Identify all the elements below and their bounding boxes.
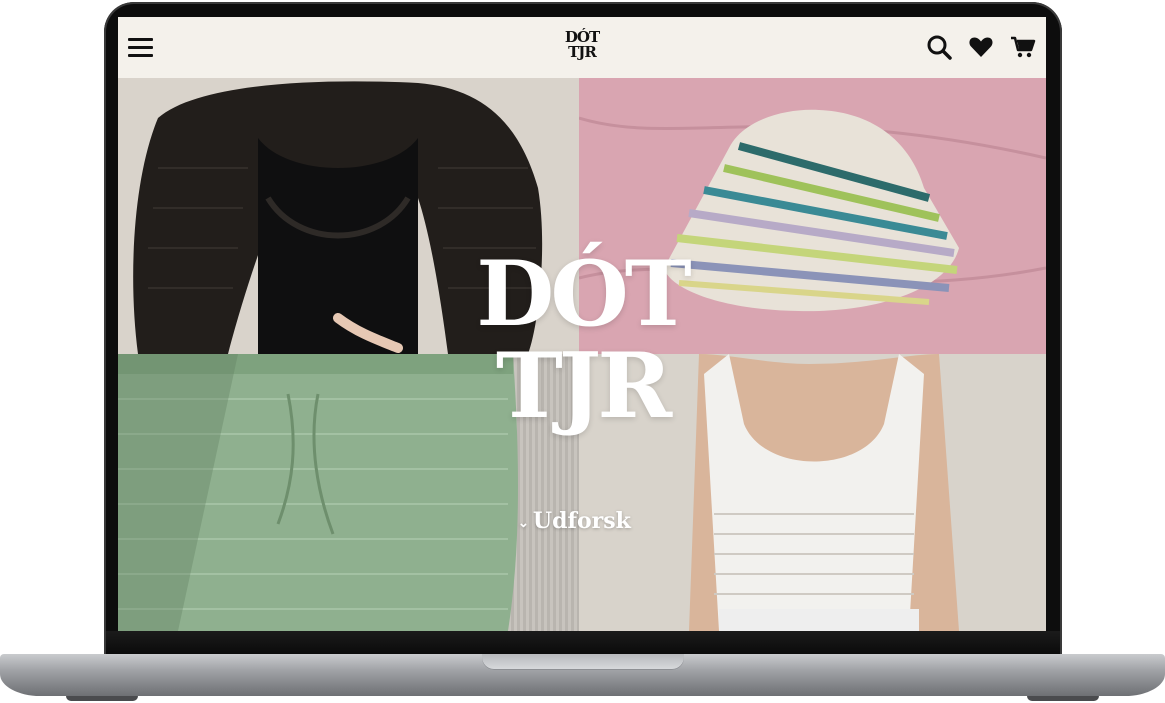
laptop-foot-left: [66, 696, 138, 701]
site-header: DÓT TJR: [118, 17, 1046, 78]
hero-logo-line1: DÓT: [476, 241, 691, 347]
laptop-foot-right: [1027, 696, 1099, 701]
menu-icon[interactable]: [128, 38, 153, 58]
hero-banner: DÓT TJR ⌄ Udforsk: [118, 78, 1046, 631]
heart-icon[interactable]: [968, 34, 994, 60]
browser-viewport: DÓT TJR DÓT TJR ⌄ Udforsk: [118, 17, 1046, 631]
laptop-bezel-bottom: [106, 631, 1060, 655]
laptop-mockup: DÓT TJR DÓT TJR ⌄ Udforsk: [0, 0, 1165, 703]
laptop-trackpad-notch: [482, 654, 684, 670]
hero-logo-line2: TJR: [495, 333, 672, 439]
site-logo-line2: TJR: [568, 43, 597, 61]
hero-logo: DÓT TJR: [468, 248, 696, 432]
site-logo[interactable]: DÓT TJR: [554, 30, 610, 66]
cart-icon[interactable]: [1010, 34, 1036, 60]
chevron-down-icon: ⌄: [518, 515, 529, 531]
search-icon[interactable]: [926, 34, 952, 60]
explore-button[interactable]: ⌄ Udforsk: [518, 506, 648, 536]
header-actions: [926, 33, 1036, 61]
explore-label: Udforsk: [532, 508, 631, 534]
